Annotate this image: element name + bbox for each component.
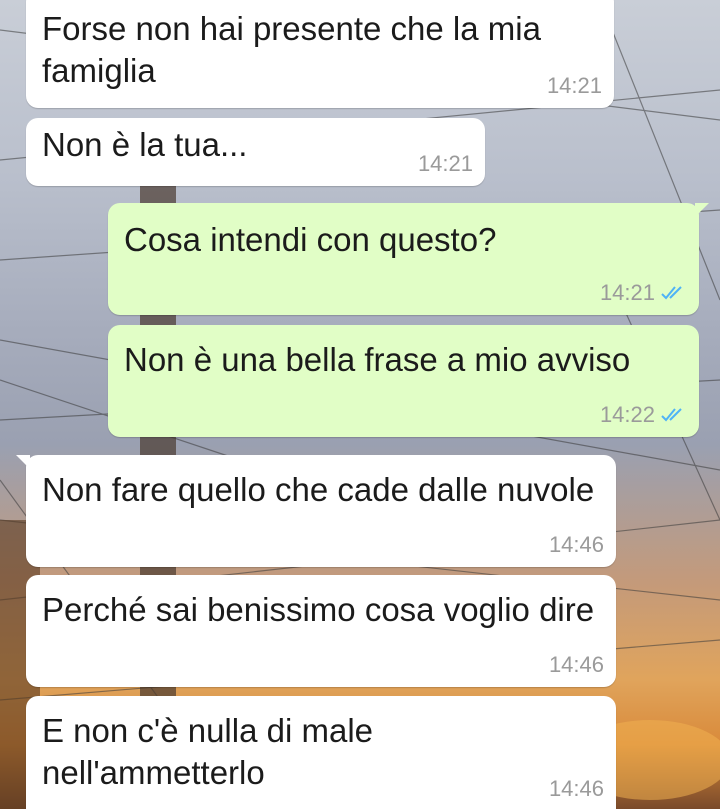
message-bubble-incoming[interactable]: Perché sai benissimo cosa voglio dire 14…	[26, 575, 616, 687]
message-time: 14:46	[548, 652, 604, 677]
message-bubble-incoming[interactable]: Forse non hai presente che la mia famigl…	[26, 0, 614, 108]
message-meta: 14:22	[600, 403, 687, 427]
message-bubble-outgoing[interactable]: Cosa intendi con questo? 14:21	[108, 203, 709, 315]
message-text: Non fare quello che cade dalle nuvole	[42, 471, 595, 508]
message-time: 14:21	[417, 151, 473, 176]
message-bubble-incoming[interactable]: E non c'è nulla di male nell'ammetterlo …	[26, 696, 616, 809]
message-meta: 14:21	[418, 152, 473, 176]
double-check-icon	[661, 408, 682, 422]
message-meta: 14:46	[549, 777, 604, 801]
message-text: Perché sai benissimo cosa voglio dire	[42, 591, 595, 628]
bubble-tail	[16, 455, 30, 469]
message-text: Non è una bella frase a mio avviso	[124, 341, 631, 378]
message-bubble-incoming[interactable]: Non fare quello che cade dalle nuvole 14…	[16, 455, 616, 567]
message-bubble-outgoing[interactable]: Non è una bella frase a mio avviso 14:22	[108, 325, 699, 437]
message-time: 14:46	[548, 776, 604, 801]
message-time: 14:21	[546, 73, 602, 98]
message-time: 14:46	[548, 532, 604, 557]
message-text: E non c'è nulla di male nell'ammetterlo	[42, 712, 373, 791]
message-meta: 14:21	[600, 281, 687, 305]
message-bubble-incoming[interactable]: Non è la tua... 14:21	[26, 118, 485, 186]
bubble-tail	[695, 203, 709, 217]
double-check-icon	[661, 286, 682, 300]
message-time: 14:21	[599, 280, 655, 305]
message-meta: 14:46	[549, 533, 604, 557]
message-text: Cosa intendi con questo?	[124, 221, 497, 258]
message-meta: 14:21	[547, 74, 602, 98]
message-meta: 14:46	[549, 653, 604, 677]
message-text: Forse non hai presente che la mia famigl…	[42, 10, 541, 89]
message-time: 14:22	[599, 402, 655, 427]
message-text: Non è la tua...	[42, 126, 248, 163]
